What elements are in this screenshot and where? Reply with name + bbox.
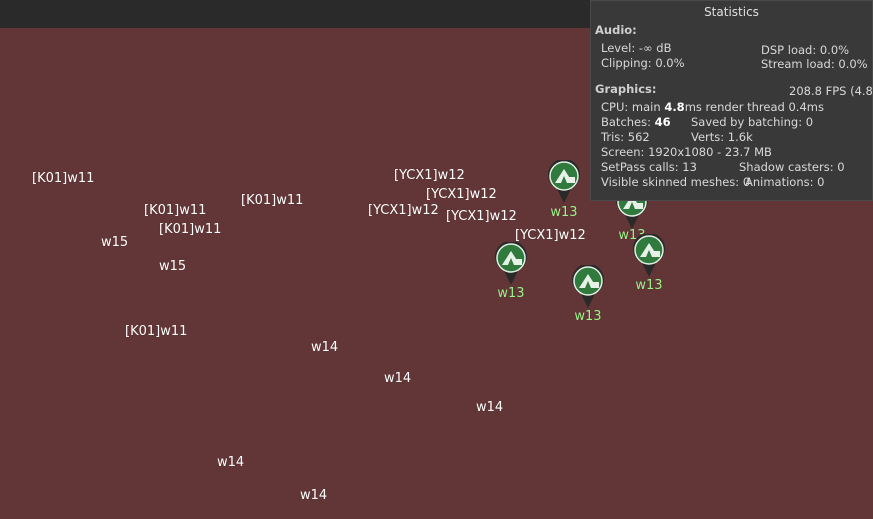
map-label: [YCX1]w12: [426, 187, 497, 202]
marker-label: w13: [635, 278, 663, 293]
map-label: w14: [217, 455, 245, 470]
audio-level: Level: -∞ dB: [601, 41, 672, 55]
map-label: [K01]w11: [125, 324, 188, 339]
graphics-header: Graphics:: [595, 82, 657, 96]
batches: Batches: 46: [601, 115, 671, 129]
map-label: [YCX1]w12: [394, 168, 465, 183]
dsp-load: DSP load: 0.0%: [761, 43, 850, 57]
map-label: w14: [384, 371, 412, 386]
verts: Verts: 1.6k: [691, 130, 753, 144]
map-label: w14: [311, 340, 339, 355]
screen-info: Screen: 1920x1080 - 23.7 MB: [601, 145, 772, 159]
map-label: w15: [101, 235, 129, 250]
audio-header: Audio:: [595, 23, 637, 37]
setpass-calls: SetPass calls: 13: [601, 160, 697, 174]
map-label: [YCX1]w12: [446, 209, 517, 224]
fps-readout: 208.8 FPS (4.8ms): [789, 84, 873, 98]
clipping: Clipping: 0.0%: [601, 56, 685, 70]
shadow-casters: Shadow casters: 0: [739, 160, 845, 174]
cpu-timing: CPU: main 4.8ms render thread 0.4ms: [601, 100, 824, 114]
marker-label: w13: [550, 205, 578, 220]
saved-by-batching: Saved by batching: 0: [691, 115, 814, 129]
animations: Animations: 0: [745, 175, 825, 189]
tent-pin-icon[interactable]: [571, 265, 605, 309]
map-label: [K01]w11: [144, 203, 207, 218]
map-label: w14: [300, 488, 328, 503]
map-label: [K01]w11: [159, 222, 222, 237]
marker-label: w13: [497, 286, 525, 301]
tent-pin-icon[interactable]: [632, 234, 666, 278]
tent-pin-icon[interactable]: [547, 160, 581, 204]
marker-label: w13: [574, 309, 602, 324]
tris: Tris: 562: [601, 130, 650, 144]
stream-load: Stream load: 0.0%: [761, 57, 868, 71]
map-label: w15: [159, 259, 187, 274]
tent-pin-icon[interactable]: [494, 242, 528, 286]
statistics-panel: Statistics Audio: Level: -∞ dB DSP load:…: [590, 0, 873, 201]
map-label: [YCX1]w12: [368, 203, 439, 218]
map-label: w14: [476, 400, 504, 415]
map-label: [K01]w11: [241, 193, 304, 208]
map-label: [K01]w11: [32, 171, 95, 186]
visible-skinned-meshes: Visible skinned meshes: 0: [601, 175, 751, 189]
panel-title: Statistics: [704, 5, 759, 19]
map-label: [YCX1]w12: [515, 228, 586, 243]
